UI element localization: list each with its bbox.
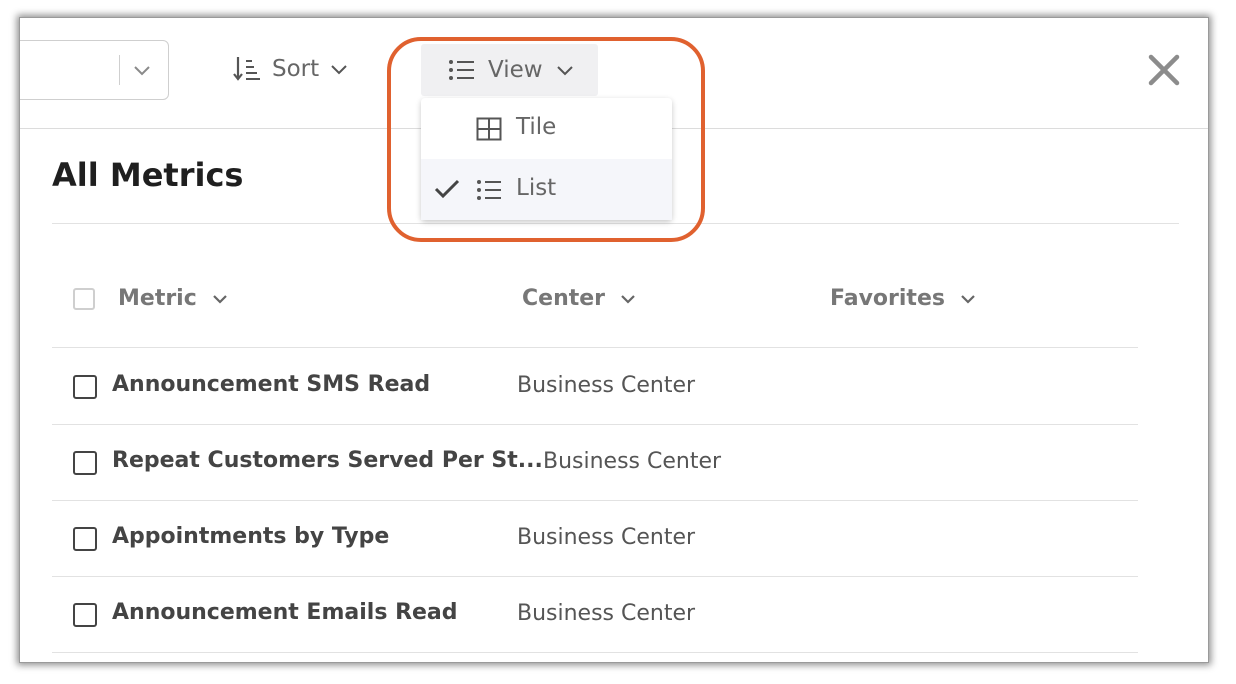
- metric-name: Appointments by Type: [112, 524, 390, 549]
- close-icon[interactable]: [1147, 53, 1181, 87]
- view-label: View: [488, 57, 543, 83]
- column-header-favorites[interactable]: Favorites: [830, 286, 977, 311]
- metric-name: Announcement SMS Read: [112, 372, 431, 397]
- column-header-label: Metric: [118, 286, 197, 311]
- menu-item-label: Tile: [516, 114, 557, 140]
- select-divider: [119, 55, 120, 85]
- row-checkbox[interactable]: [73, 603, 97, 627]
- list-icon: [449, 60, 474, 80]
- column-header-metric[interactable]: Metric: [118, 286, 229, 311]
- center-name: Business Center: [517, 601, 696, 626]
- table-row[interactable]: Announcement Emails Read Business Center: [52, 576, 1138, 653]
- center-name: Business Center: [517, 373, 696, 398]
- metric-name: Repeat Customers Served Per St...: [112, 448, 543, 473]
- title-divider: [52, 223, 1179, 224]
- sort-button[interactable]: Sort: [232, 52, 349, 86]
- metrics-panel: Sort View All Metrics Metric Center Favo…: [20, 18, 1208, 662]
- sort-icon: [233, 57, 260, 81]
- column-header-label: Center: [522, 286, 606, 311]
- column-header-center[interactable]: Center: [522, 286, 637, 311]
- center-name: Business Center: [543, 449, 722, 474]
- chevron-down-icon: [556, 66, 573, 76]
- chevron-down-icon: [212, 294, 227, 304]
- filter-select[interactable]: [20, 40, 169, 100]
- page-title: All Metrics: [52, 156, 244, 194]
- row-checkbox[interactable]: [73, 375, 97, 399]
- row-checkbox[interactable]: [73, 451, 97, 475]
- menu-item-list[interactable]: List: [421, 159, 672, 220]
- metric-name: Announcement Emails Read: [112, 600, 458, 625]
- menu-item-label: List: [516, 175, 557, 201]
- chevron-down-icon: [621, 294, 635, 304]
- view-dropdown-menu: Tile List: [421, 98, 672, 220]
- table-row[interactable]: Announcement SMS Read Business Center: [52, 348, 1138, 425]
- column-header-label: Favorites: [830, 286, 945, 311]
- chevron-down-icon: [134, 66, 150, 76]
- grid-icon: [476, 117, 502, 141]
- view-button[interactable]: View: [421, 44, 598, 96]
- chevron-down-icon: [331, 65, 347, 75]
- table-row[interactable]: Repeat Customers Served Per St... Busine…: [52, 424, 1138, 501]
- select-all-checkbox[interactable]: [73, 288, 95, 310]
- list-icon: [477, 180, 501, 200]
- chevron-down-icon: [961, 294, 975, 304]
- sort-label: Sort: [272, 56, 320, 82]
- center-name: Business Center: [517, 525, 696, 550]
- row-checkbox[interactable]: [73, 527, 97, 551]
- menu-item-tile[interactable]: Tile: [421, 98, 672, 159]
- table-row[interactable]: Appointments by Type Business Center: [52, 500, 1138, 577]
- checkmark-icon: [434, 179, 460, 199]
